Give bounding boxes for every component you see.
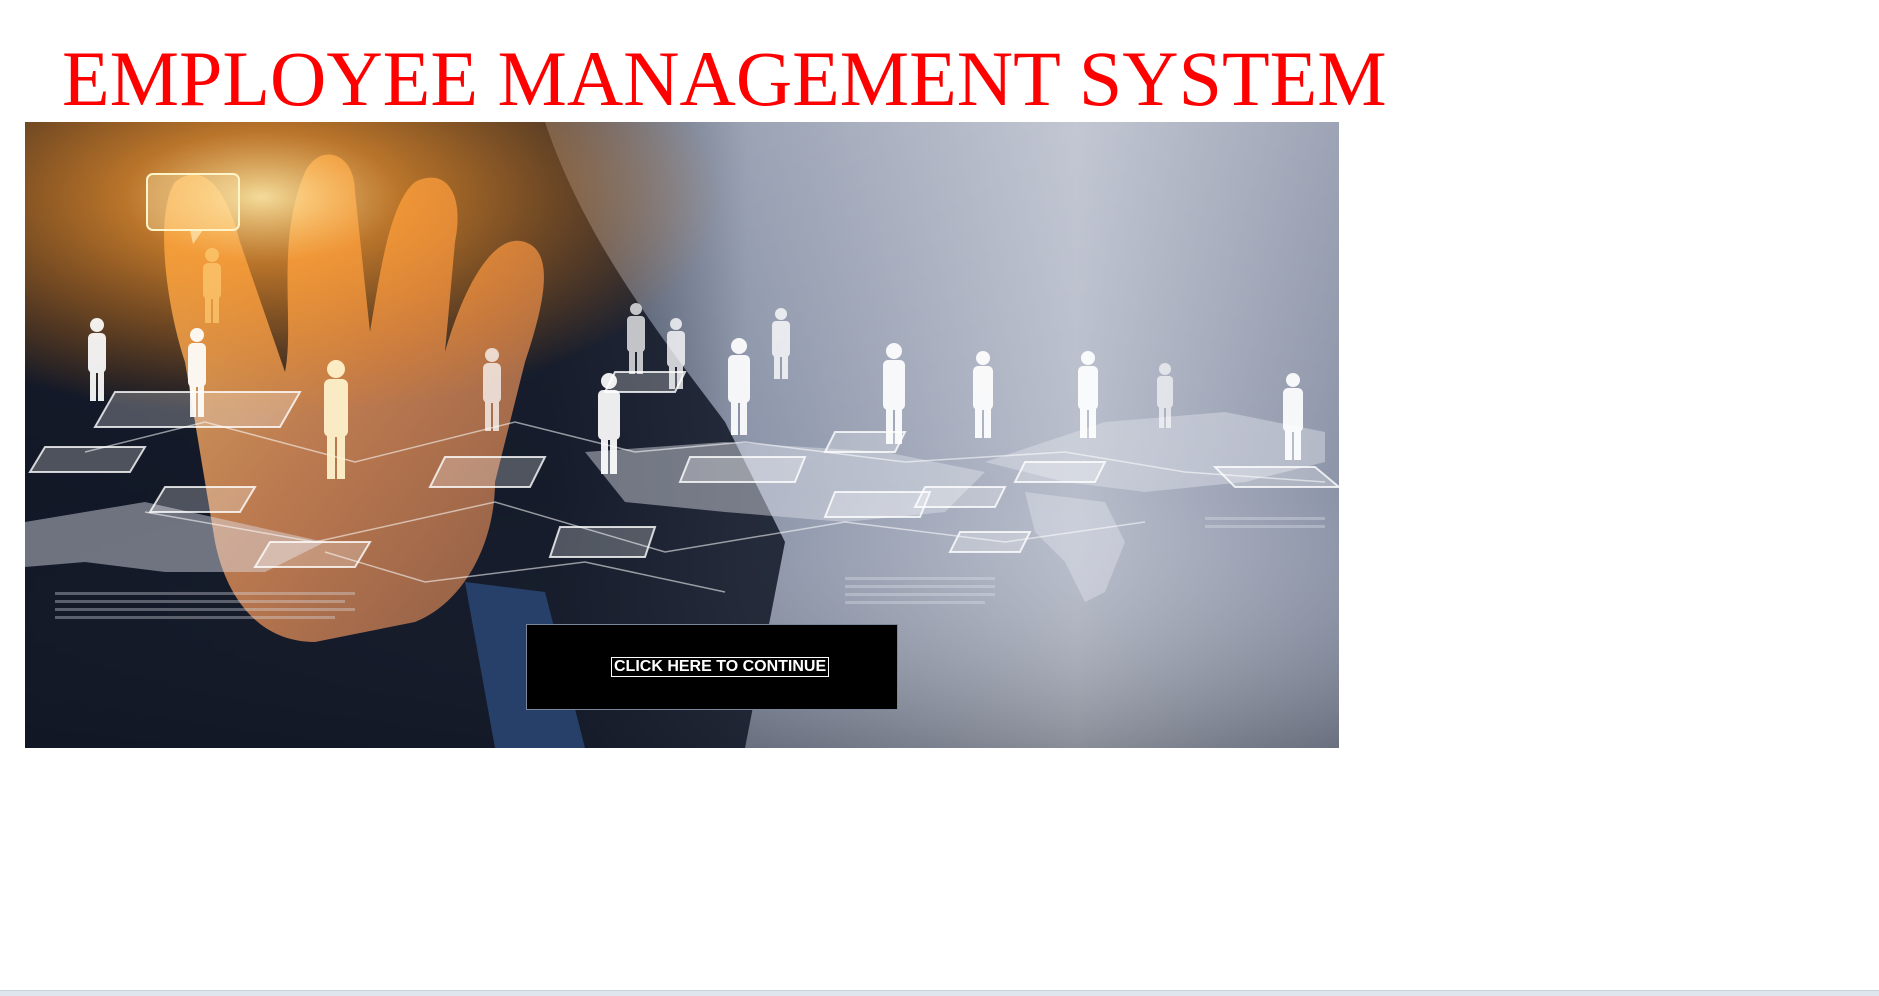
continue-panel: CLICK HERE TO CONTINUE <box>526 624 898 710</box>
window-bottom-edge <box>0 990 1879 996</box>
page-title: EMPLOYEE MANAGEMENT SYSTEM <box>62 35 1387 122</box>
page: EMPLOYEE MANAGEMENT SYSTEM CLICK HERE TO… <box>0 0 1879 996</box>
continue-button[interactable]: CLICK HERE TO CONTINUE <box>611 657 830 677</box>
